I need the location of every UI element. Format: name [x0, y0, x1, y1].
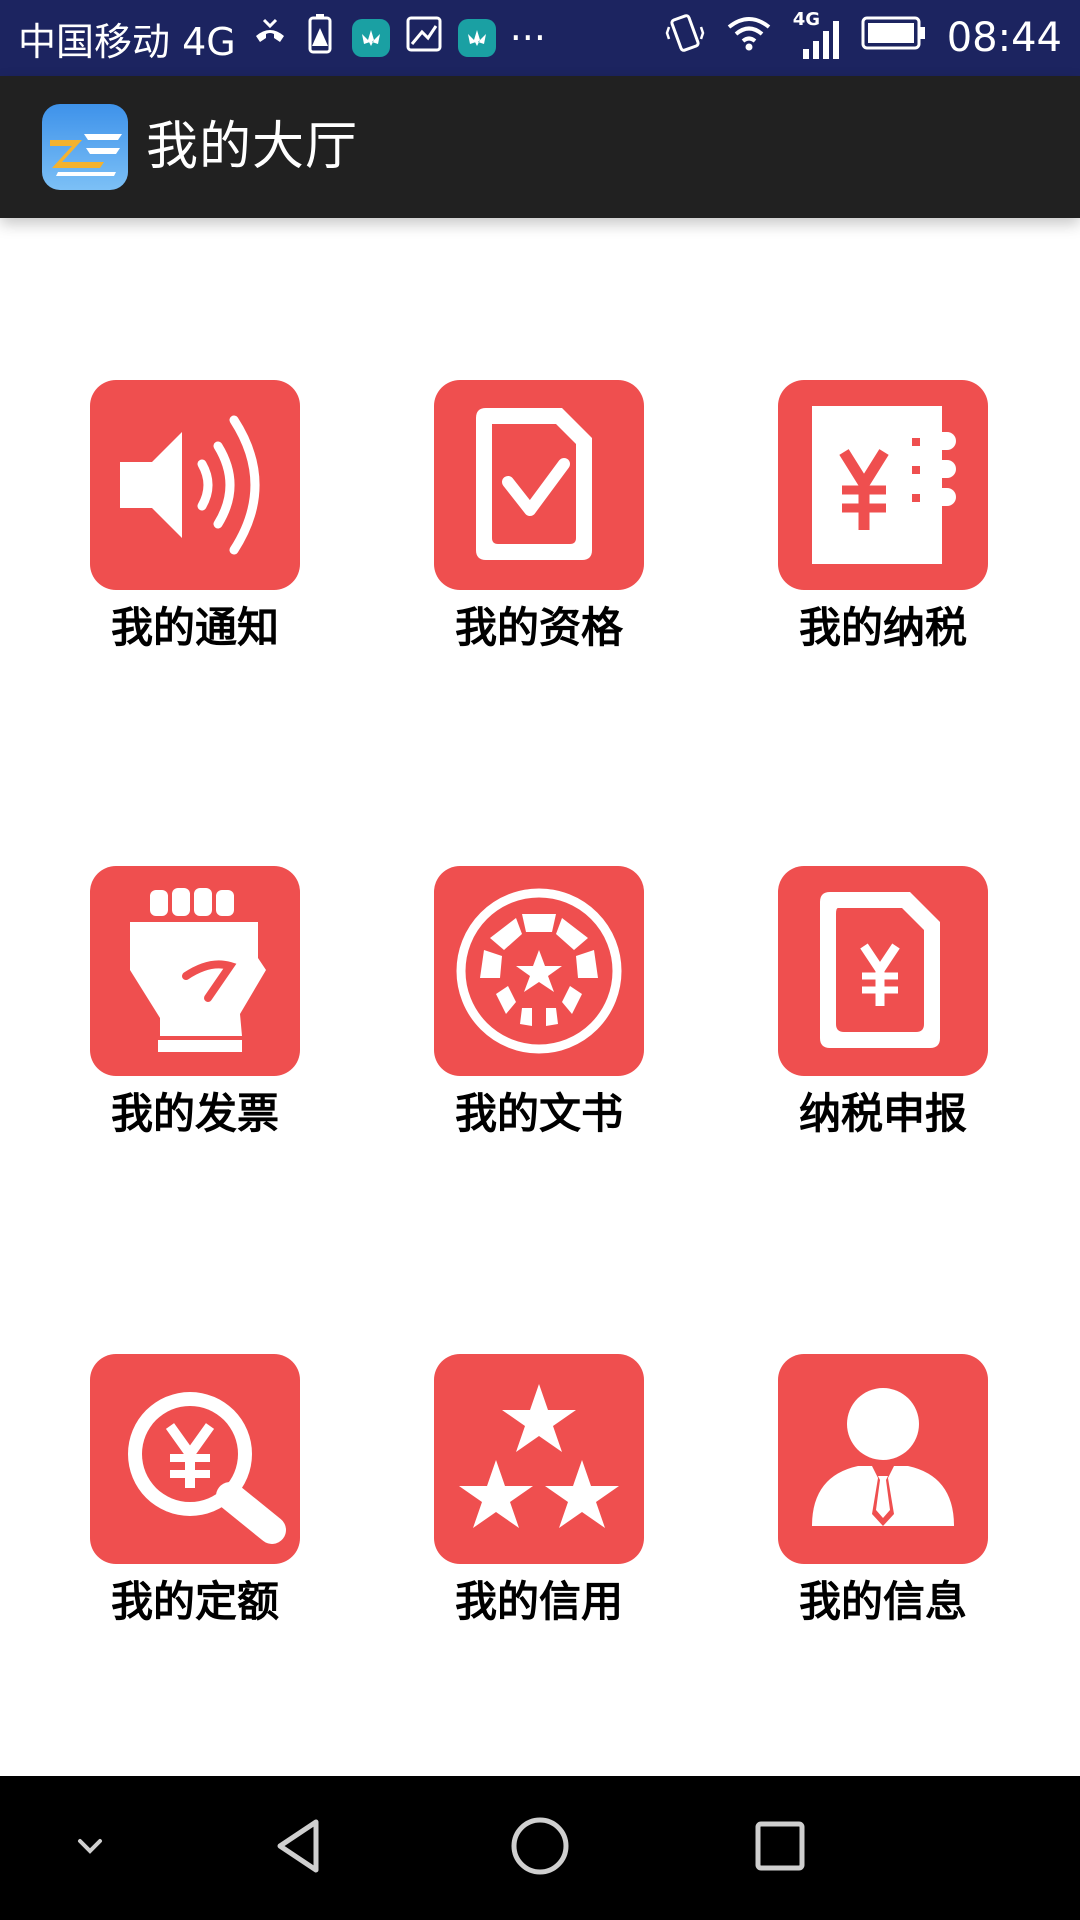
tax-bureau-logo-icon: [42, 104, 128, 190]
huawei-app-icon-2: [457, 19, 496, 57]
battery-icon: [861, 15, 927, 61]
huawei-app-icon: [351, 19, 390, 57]
tile-label: 纳税申报: [798, 1089, 967, 1138]
tile-label: 我的信息: [798, 1577, 967, 1626]
navigation-bar: [0, 1776, 1080, 1920]
back-triangle-icon: [270, 1816, 330, 1880]
wifi-icon: [725, 13, 773, 63]
speaker-icon: [90, 380, 300, 590]
missed-call-icon: [250, 14, 290, 63]
battery-warning-icon: [304, 12, 338, 65]
tile-label: 我的纳税: [798, 603, 967, 652]
tile-label: 我的资格: [454, 603, 623, 652]
tile-label: 我的发票: [110, 1089, 279, 1138]
tile-my-documents[interactable]: 我的文书: [409, 866, 669, 1156]
magnifier-yuan-icon: [90, 1354, 300, 1564]
gallery-icon: [404, 14, 444, 63]
chevron-down-icon: [70, 1826, 110, 1870]
tile-label: 我的定额: [110, 1577, 279, 1626]
document-yuan-icon: [778, 866, 988, 1076]
document-check-icon: [434, 380, 644, 590]
recents-button[interactable]: [720, 1776, 840, 1920]
app-bar: 我的大厅: [0, 76, 1080, 218]
hide-nav-button[interactable]: [30, 1776, 150, 1920]
tile-my-info[interactable]: 我的信息: [753, 1354, 1013, 1644]
tile-my-notice[interactable]: 我的通知: [65, 380, 325, 670]
clock: 08:44: [946, 15, 1062, 61]
page-title: 我的大厅: [146, 117, 359, 177]
tile-my-quota[interactable]: 我的定额: [65, 1354, 325, 1644]
cell-signal-icon: 4G: [793, 9, 841, 63]
tile-label: 我的文书: [454, 1089, 623, 1138]
tile-my-tax[interactable]: 我的纳税: [753, 380, 1013, 670]
tile-label: 我的通知: [110, 603, 279, 652]
home-circle-icon: [508, 1814, 572, 1882]
three-stars-icon: [434, 1354, 644, 1564]
status-left: 中国移动 4G ···: [18, 0, 546, 76]
tile-my-invoice[interactable]: 我的发票: [65, 866, 325, 1156]
status-bar: 中国移动 4G ··· 4G 08:44: [0, 0, 1080, 76]
vibrate-icon: [665, 11, 705, 65]
back-button[interactable]: [240, 1776, 360, 1920]
user-profile-icon: [778, 1354, 988, 1564]
home-button[interactable]: [480, 1776, 600, 1920]
overflow-dots: ···: [509, 16, 546, 60]
recents-square-icon: [752, 1818, 808, 1878]
status-right: 4G 08:44: [665, 0, 1062, 76]
tile-label: 我的信用: [454, 1577, 623, 1626]
ledger-yuan-icon: [778, 380, 988, 590]
hand-invoice-icon: [90, 866, 300, 1076]
tile-tax-filing[interactable]: 纳税申报: [753, 866, 1013, 1156]
tile-my-qualification[interactable]: 我的资格: [409, 380, 669, 670]
carrier-label: 中国移动 4G: [18, 19, 236, 64]
tile-my-credit[interactable]: 我的信用: [409, 1354, 669, 1644]
seal-star-icon: [434, 866, 644, 1076]
